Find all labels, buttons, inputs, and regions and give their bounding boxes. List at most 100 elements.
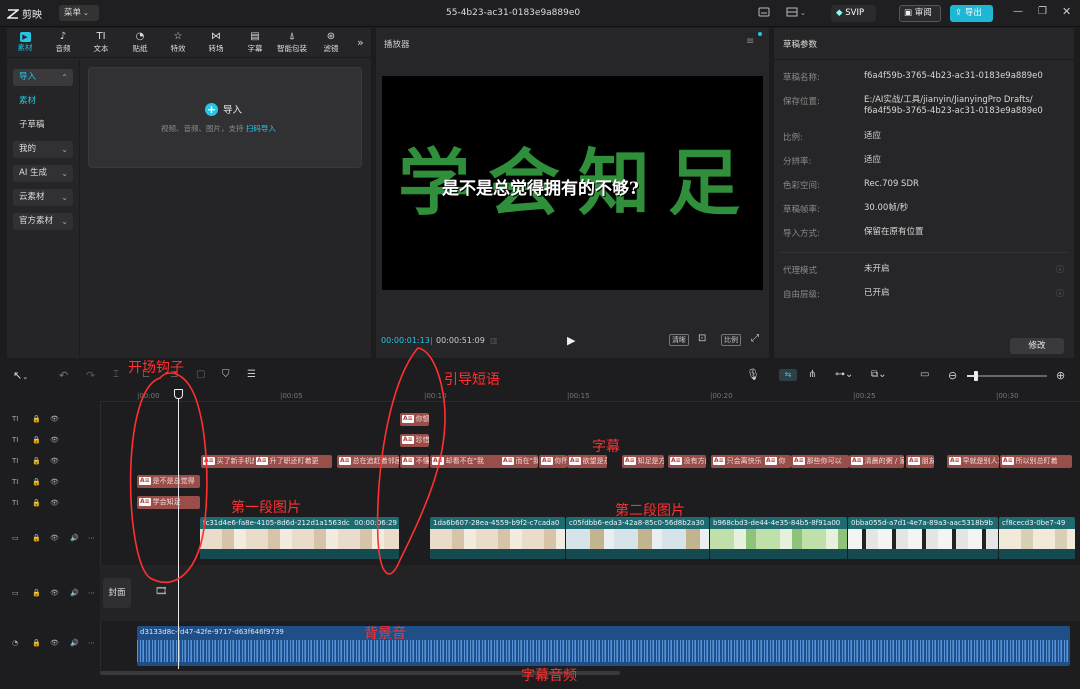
timeline-grid-icon[interactable]: ▥ [490,336,498,345]
layer-info-icon[interactable]: ⓘ [1056,288,1064,299]
import-dropzone[interactable]: + 导入 视频、音频、图片，支持 扫码导入 [88,67,362,168]
video-clip[interactable]: 1da6b607-28ea-4559-b9f2-c7cada0 [430,517,565,559]
volume-icon[interactable]: 🔊 [70,534,79,542]
video-clip[interactable]: 0bba055d-a7d1-4e7a-89a3-aac5318b9b [848,517,998,559]
text-clip[interactable]: A≡ 你惯 [400,413,429,426]
caption-clip[interactable]: A≡ 清晨的粥 / 家 [849,455,904,468]
auto-caption-icon[interactable]: ☰ [247,369,256,380]
more-icon[interactable]: ⋯ [88,639,95,647]
tab-smart-pack[interactable]: ⍋ 智能包装 [276,30,308,58]
tab-filter[interactable]: ⊛ 滤镜 [315,30,347,58]
tab-transition[interactable]: ⋈ 转场 [200,30,232,58]
marker-icon[interactable]: ⛉ [222,369,230,380]
export-button[interactable]: ⇪ 导出 [950,5,993,22]
fit-icon[interactable]: ⊡ [698,333,706,344]
tab-sticker[interactable]: ◔ 贴纸 [124,30,156,58]
snap-icon[interactable]: ⋔ [808,369,816,380]
delete-icon[interactable]: ▢ [196,369,205,380]
caption-clip[interactable]: A≡欲望是永 [567,455,607,468]
maximize-button[interactable]: ❐ [1038,6,1047,17]
zoom-out-icon[interactable]: ⊖ [948,369,957,382]
lock-icon[interactable]: 🔒 [32,589,41,597]
caption-clip[interactable]: A≡ 总在追赶着邻居 [337,455,399,468]
tab-caption[interactable]: ▤ 字幕 [239,30,271,58]
eye-icon[interactable]: 👁 [50,478,59,486]
more-tools-icon[interactable]: » [357,36,364,49]
lock-icon[interactable]: 🔒 [32,534,41,542]
eye-icon[interactable]: 👁 [50,534,59,542]
video-clip[interactable]: fc31d4e6-fa8e-4105-8d6d-212d1a1563dc 00:… [200,517,399,559]
scan-import-link[interactable]: 扫码导入 [246,124,276,133]
review-button[interactable]: ▣ 审阅 [899,5,941,22]
text-clip[interactable]: A≡ 学会知足 [137,496,200,509]
undo-icon[interactable]: ↶ [59,369,68,382]
eye-icon[interactable]: 👁 [50,415,59,423]
proxy-info-icon[interactable]: ⓘ [1056,264,1064,275]
more-icon[interactable]: ⋯ [88,534,95,542]
tab-audio[interactable]: ♪ 音频 [47,30,79,58]
eye-icon[interactable]: 👁 [50,436,59,444]
eye-icon[interactable]: 👁 [50,589,59,597]
caption-clip[interactable]: A≡ 只会离快乐 [711,455,767,468]
video-clip[interactable]: cf8cecd3-0be7-49 [999,517,1075,559]
left-menu-ai[interactable]: AI 生成 ⌄ [13,165,73,182]
playhead-handle[interactable] [174,389,183,399]
eye-icon[interactable]: 👁 [50,499,59,507]
zoom-slider-handle[interactable] [974,371,978,381]
ratio-button[interactable]: 比例 [721,334,741,346]
caption-clip[interactable]: A≡ 升了职还盯着更 [254,455,332,468]
caption-clip[interactable]: A≡ 朋友 [906,455,934,468]
caption-clip[interactable]: A≡ 你所 [539,455,567,468]
link-icon[interactable]: ⊶⌄ [835,369,853,380]
text-clip[interactable]: A≡ 是不是总觉得 [137,475,200,488]
mic-icon[interactable]: 🎙 [746,368,760,381]
volume-icon[interactable]: 🔊 [70,589,79,597]
close-button[interactable]: ✕ [1062,5,1071,18]
volume-icon[interactable]: 🔊 [70,639,79,647]
lock-icon[interactable]: 🔒 [32,478,41,486]
zoom-in-icon[interactable]: ⊕ [1056,369,1065,382]
video-clip[interactable]: c05fdbb6-eda3-42a8-85c0-56d8b2a30 [566,517,709,559]
lock-icon[interactable]: 🔒 [32,415,41,423]
video-preview[interactable]: 学会知足 是不是总觉得拥有的不够? [382,76,763,290]
tab-text[interactable]: TI 文本 [85,30,117,58]
left-menu-import[interactable]: 导入 ⌃ [13,69,73,86]
left-menu-official[interactable]: 官方素材 ⌄ [13,213,73,230]
redo-icon[interactable]: ↷ [86,369,95,382]
fullscreen-icon[interactable]: ⤢ [751,333,759,344]
lock-icon[interactable]: 🔒 [32,436,41,444]
caption-clip[interactable]: A≡而在"我已 [500,455,538,468]
screenshot-icon[interactable]: ▭ [920,369,929,380]
left-menu-cloud[interactable]: 云素材 ⌄ [13,189,73,206]
lock-icon[interactable]: 🔒 [32,499,41,507]
caption-clip[interactable]: A≡ 知足是方 [622,455,664,468]
left-menu-mine[interactable]: 我的 ⌄ [13,141,73,158]
main-track-magnet-icon[interactable]: ⇆ [779,369,797,381]
left-menu-sub-draft[interactable]: 子草稿 [13,117,73,134]
menu-button[interactable]: 菜单 ⌄ [59,5,99,21]
shortcut-icon[interactable] [758,7,770,18]
play-button[interactable]: ▶ [567,334,575,347]
caption-clip[interactable]: A≡ 你 [763,455,791,468]
player-menu-icon[interactable]: ≡ [746,36,754,47]
caption-clip[interactable]: A≡ 却看不在"我 [430,455,508,468]
more-icon[interactable]: ⋯ [88,589,95,597]
caption-clip[interactable]: A≡ 不懂 [400,455,429,468]
lock-icon[interactable]: 🔒 [32,639,41,647]
left-menu-material[interactable]: 素材 [13,93,73,110]
tab-effects[interactable]: ☆ 特效 [162,30,194,58]
audio-clip[interactable]: d3133d8c-fd47-42fe-9717-d63f646f9739 [137,626,1070,666]
video-clip[interactable]: b968cbd3-de44-4e35-84b5-8f91a00 [710,517,847,559]
zoom-slider[interactable] [967,371,1047,381]
caption-clip[interactable]: A≡ 所以别总盯着 [1000,455,1072,468]
caption-clip[interactable]: A≡没有方向 [668,455,706,468]
split-icon[interactable]: ⌶ [113,369,119,380]
svip-button[interactable]: ◆ SVIP [831,5,876,22]
minimize-button[interactable]: — [1013,6,1023,17]
eye-icon[interactable]: 👁 [50,639,59,647]
text-clip[interactable]: A≡ 珍惜 [400,434,429,447]
select-tool-icon[interactable]: ↖⌄ [13,369,28,382]
tab-media[interactable]: ▶ 素材 [9,30,41,58]
lock-icon[interactable]: 🔒 [32,457,41,465]
layout-icon[interactable]: ⌄ [786,7,806,18]
